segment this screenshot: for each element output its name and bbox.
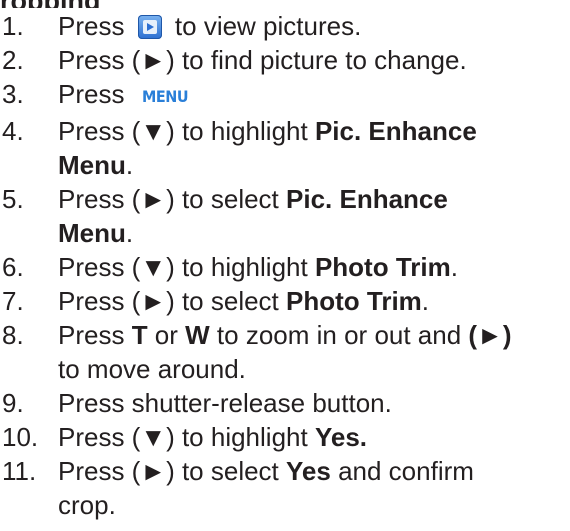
step-text: .	[125, 218, 134, 248]
step-text: to zoom in or out and	[209, 320, 469, 350]
step-text: to move around.	[58, 354, 246, 384]
step-text: to view pictures.	[167, 11, 362, 41]
step-text: .	[450, 252, 458, 282]
menu-item-name: Pic. Enhance	[286, 184, 448, 214]
step-text: Press (▼) to highlight	[58, 422, 315, 452]
step-text: .	[421, 286, 430, 316]
step-text: Press	[58, 79, 132, 109]
step-number: 6.	[2, 252, 24, 282]
step-text: Press shutter-release button.	[58, 388, 392, 418]
section-heading-fragment: ropping	[0, 0, 100, 8]
step-8: 8. Press T or W to zoom in or out and (►…	[0, 318, 570, 386]
step-2: 2. Press (►) to find picture to change.	[0, 43, 570, 77]
menu-item-name: Yes.	[314, 422, 368, 452]
step-text: Press (▼) to highlight	[58, 252, 315, 282]
step-text: and confirm	[330, 456, 474, 486]
step-number: 1.	[2, 11, 24, 41]
step-number: 5.	[2, 184, 24, 214]
steps-list: 1. Press to view pictures. 2. Press (►) …	[0, 9, 570, 522]
step-5: 5. Press (►) to select Pic. Enhance Menu…	[0, 182, 570, 250]
step-3: 3. Press MENU	[0, 77, 570, 114]
step-11: 11. Press (►) to select Yes and confirm …	[0, 454, 570, 522]
step-number: 3.	[2, 79, 24, 109]
menu-item-name: Photo Trim	[286, 286, 422, 316]
menu-item-name: Menu	[58, 150, 126, 180]
step-1: 1. Press to view pictures.	[0, 9, 570, 43]
button-name: (►)	[468, 320, 512, 350]
button-name: T	[131, 320, 148, 350]
step-text: or	[147, 320, 186, 350]
step-6: 6. Press (▼) to highlight Photo Trim.	[0, 250, 570, 284]
step-number: 11.	[2, 456, 37, 486]
step-text: Press	[58, 320, 132, 350]
step-text: Press (▼) to highlight	[58, 116, 315, 146]
menu-item-name: Menu	[58, 218, 126, 248]
step-text: Press (►) to select	[58, 286, 287, 316]
page: { "heading_fragment": "ropping", "icons"…	[0, 0, 570, 531]
step-text: crop.	[58, 490, 116, 520]
step-number: 9.	[2, 388, 24, 418]
menu-item-name: Yes	[286, 456, 331, 486]
step-text: Press	[58, 11, 132, 41]
step-number: 8.	[2, 320, 24, 350]
step-number: 7.	[2, 286, 24, 316]
step-7: 7. Press (►) to select Photo Trim.	[0, 284, 570, 318]
menu-button-icon: MENU	[141, 87, 189, 106]
step-text: Press (►) to find picture to change.	[58, 45, 467, 75]
step-10: 10. Press (▼) to highlight Yes.	[0, 420, 570, 454]
step-text: Press (►) to select	[58, 184, 287, 214]
step-number: 10.	[2, 422, 39, 452]
menu-item-name: Pic. Enhance	[314, 116, 477, 146]
step-text: .	[125, 150, 134, 180]
step-number: 4.	[2, 116, 24, 146]
playback-button-icon	[137, 15, 162, 39]
menu-item-name: Photo Trim	[314, 252, 451, 282]
step-number: 2.	[2, 45, 24, 75]
step-text: Press (►) to select	[58, 456, 287, 486]
button-name: W	[185, 320, 210, 350]
step-4: 4. Press (▼) to highlight Pic. Enhance M…	[0, 114, 570, 182]
step-9: 9. Press shutter-release button.	[0, 386, 570, 420]
